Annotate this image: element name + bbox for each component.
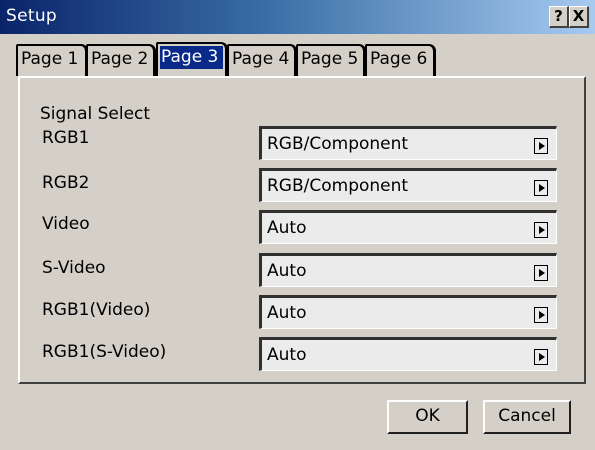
arrow-right-icon[interactable] [534, 265, 548, 281]
tab-page-1[interactable]: Page 1 [16, 44, 88, 76]
help-button[interactable]: ? [549, 6, 569, 28]
section-title: Signal Select [40, 104, 151, 124]
tab-page-4[interactable]: Page 4 [227, 44, 297, 76]
select-rgb1-video[interactable]: Auto [259, 295, 557, 329]
select-value: Auto [267, 218, 307, 238]
tab-label: Page 2 [91, 49, 149, 69]
cancel-button[interactable]: Cancel [483, 400, 571, 434]
arrow-right-icon[interactable] [534, 349, 548, 365]
tab-label: Page 4 [232, 49, 290, 69]
select-rgb1[interactable]: RGB/Component [259, 126, 557, 160]
close-button[interactable]: X [569, 6, 589, 28]
tab-page-3[interactable]: Page 3 [156, 42, 228, 76]
tab-label: Page 6 [370, 49, 428, 69]
title-bar[interactable]: Setup ? X [0, 0, 595, 34]
arrow-right-icon[interactable] [534, 180, 548, 196]
select-value: Auto [267, 261, 307, 281]
window-title: Setup [6, 6, 57, 26]
row-label-rgb1: RGB1 [42, 128, 90, 148]
select-s-video[interactable]: Auto [259, 253, 557, 287]
arrow-right-icon[interactable] [534, 222, 548, 238]
arrow-right-icon[interactable] [534, 138, 548, 154]
select-rgb1-s-video[interactable]: Auto [259, 337, 557, 371]
arrow-right-icon[interactable] [534, 307, 548, 323]
tab-label: Page 5 [301, 49, 359, 69]
select-value: RGB/Component [267, 176, 409, 196]
tab-page-6[interactable]: Page 6 [365, 44, 436, 76]
row-label-rgb1-s-video: RGB1(S-Video) [42, 342, 167, 362]
select-rgb2[interactable]: RGB/Component [259, 168, 557, 202]
tab-page-5[interactable]: Page 5 [296, 44, 366, 76]
tab-page-2[interactable]: Page 2 [86, 44, 156, 76]
row-label-rgb2: RGB2 [42, 173, 90, 193]
select-video[interactable]: Auto [259, 210, 557, 244]
ok-button[interactable]: OK [387, 400, 468, 434]
select-value: Auto [267, 345, 307, 365]
setup-dialog: Setup ? X Page 1 Page 2 Page 3 Page 4 Pa… [0, 0, 595, 450]
select-value: Auto [267, 303, 307, 323]
row-label-s-video: S-Video [42, 258, 106, 278]
tab-label: Page 3 [160, 46, 223, 69]
select-value: RGB/Component [267, 134, 409, 154]
tab-label: Page 1 [21, 49, 79, 69]
row-label-rgb1-video: RGB1(Video) [42, 300, 151, 320]
row-label-video: Video [42, 214, 90, 234]
